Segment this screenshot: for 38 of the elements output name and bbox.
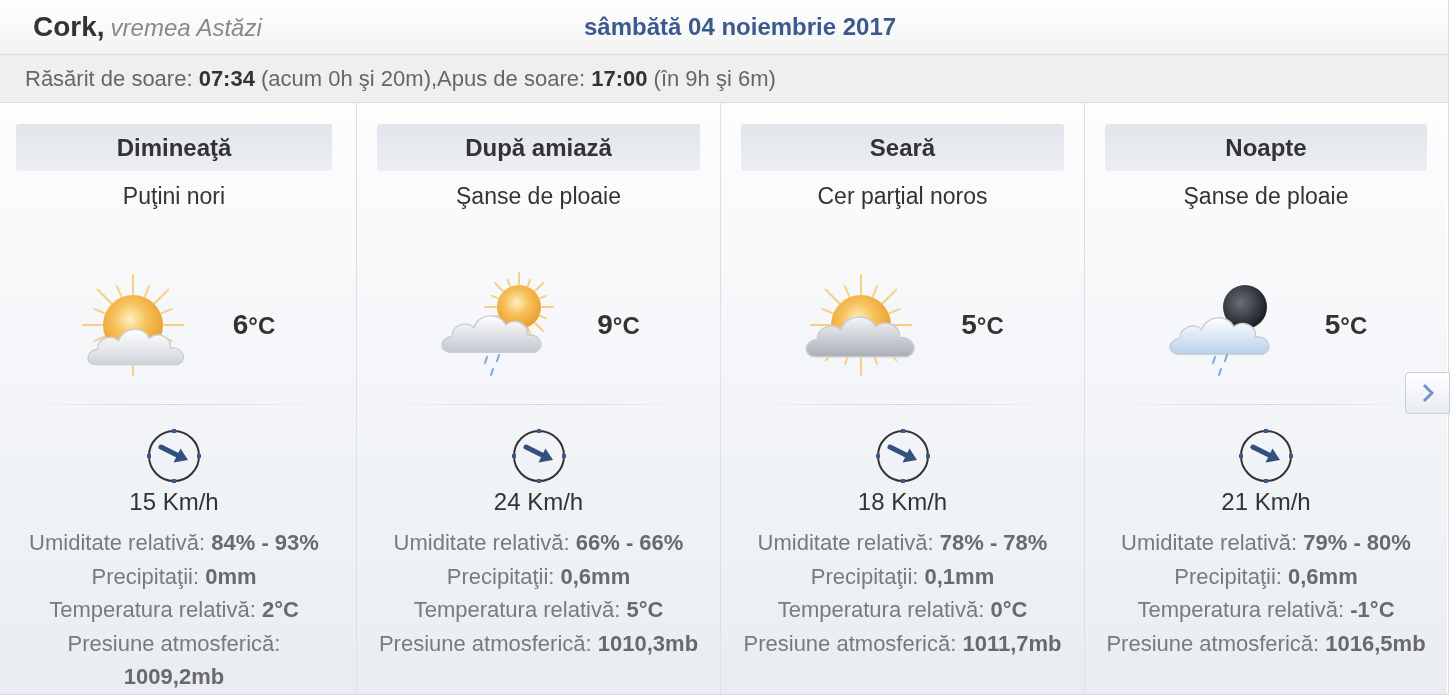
date-text: sâmbătă 04 noiembrie 2017 [584, 12, 897, 42]
wind-speed-text: 21 Km/h [1220, 488, 1312, 516]
temperature-text: 5°C [961, 308, 1004, 342]
weather-detail-text: Presiune atmosferică: 1009,2mb [66, 629, 282, 691]
chevron-right-icon [1421, 383, 1434, 403]
weather-detail-text: Umiditate relativă: 66% - 66% [393, 529, 684, 557]
weather-detail-text: Precipitaţii: 0,6mm [446, 562, 631, 591]
sunrise-sunset-text: Răsărit de soare: 07:34 (acum 0h şi 20m),Apus de soare: 17:00 (în 9h şi 6m) [25, 65, 776, 93]
weather-detail-text: Temperatura relativă: -1°C [1137, 596, 1395, 624]
city-name: Cork, [33, 10, 105, 44]
weather-detail-text: Umiditate relativă: 78% - 78% [757, 529, 1048, 557]
weather-detail-text: Umiditate relativă: 79% - 80% [1121, 529, 1411, 557]
next-button[interactable] [1405, 372, 1450, 414]
weather-detail-text: Umiditate relativă: 84% - 93% [29, 529, 319, 557]
weather-detail-text: Temperatura relativă: 0°C [777, 596, 1028, 624]
condition-text: Cer parţial noros [816, 182, 989, 210]
weather-detail-text: Precipitaţii: 0mm [91, 562, 257, 591]
temperature-text: 6°C [232, 308, 276, 342]
period-header: Noapte [1105, 124, 1427, 171]
weather-detail-text: Precipitaţii: 0,1mm [810, 562, 995, 591]
weather-detail-text: Presiune atmosferică: 1010,3mb [378, 629, 699, 658]
wind-speed-text: 18 Km/h [856, 488, 949, 516]
condition-text: Şanse de ploaie [1182, 182, 1350, 210]
wind-speed-text: 15 Km/h [128, 488, 220, 516]
weather-detail-text: Precipitaţii: 0,6mm [1174, 562, 1358, 591]
wind-speed-text: 24 Km/h [492, 488, 585, 516]
condition-text: Şanse de ploaie [455, 182, 622, 210]
weather-detail-text: Temperatura relativă: 5°C [413, 596, 664, 624]
temperature-text: 5°C [1324, 308, 1368, 342]
condition-text: Puţini nori [121, 182, 227, 210]
weather-detail-text: Temperatura relativă: 2°C [49, 596, 299, 624]
period-header: Dimineaţă [16, 124, 332, 171]
weather-detail-text: Presiune atmosferică: 1011,7mb [743, 629, 1062, 658]
period-header: După amiază [377, 124, 700, 171]
period-header: Seară [741, 124, 1064, 171]
page-subtitle: vremea Astăzi [110, 13, 262, 43]
weather-detail-text: Presiune atmosferică: 1016,5mb [1106, 629, 1426, 658]
temperature-text: 9°C [597, 308, 640, 342]
